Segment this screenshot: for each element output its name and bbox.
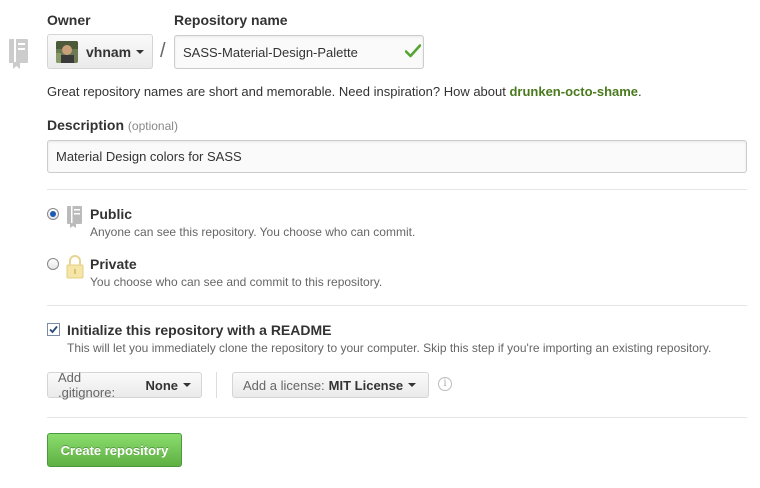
chevron-down-icon [183, 383, 191, 387]
license-select[interactable]: Add a license: MIT License [232, 372, 429, 398]
create-repository-button[interactable]: Create repository [47, 433, 182, 467]
repo-name-label: Repository name [174, 12, 288, 28]
public-repo-icon [67, 206, 82, 228]
repo-name-hint: Great repository names are short and mem… [47, 84, 642, 99]
hint-text: Great repository names are short and mem… [47, 84, 510, 99]
owner-select[interactable]: vhnam [47, 34, 153, 69]
lock-icon [66, 255, 84, 279]
divider [47, 417, 747, 418]
license-prefix: Add a license: [243, 377, 325, 393]
owner-repo-separator: / [160, 40, 166, 62]
readme-description: This will let you immediately clone the … [67, 341, 712, 355]
vertical-divider [216, 372, 217, 398]
repo-name-input[interactable] [174, 35, 424, 69]
info-icon[interactable]: i [438, 377, 452, 391]
divider [47, 189, 747, 190]
chevron-down-icon [136, 49, 145, 54]
check-icon [405, 44, 421, 58]
description-label-text: Description [47, 117, 125, 133]
readme-title: Initialize this repository with a README [67, 322, 332, 338]
owner-label: Owner [47, 12, 91, 28]
hint-end: . [638, 84, 642, 99]
license-value: MIT License [328, 377, 404, 393]
avatar [56, 40, 78, 63]
description-label: Description (optional) [47, 117, 178, 133]
chevron-down-icon [408, 383, 417, 387]
public-title: Public [90, 206, 133, 222]
public-radio[interactable] [47, 208, 59, 220]
suggestion-link[interactable]: drunken-octo-shame [509, 84, 638, 99]
private-description: You choose who can see and commit to thi… [90, 275, 383, 289]
private-title: Private [90, 256, 137, 272]
optional-note: (optional) [127, 119, 178, 133]
gitignore-select[interactable]: Add .gitignore: None [47, 370, 202, 400]
divider [47, 305, 747, 306]
readme-checkbox[interactable] [47, 323, 60, 336]
public-description: Anyone can see this repository. You choo… [90, 225, 416, 239]
gitignore-value: None [145, 377, 179, 393]
gitignore-prefix: Add .gitignore: [58, 370, 116, 400]
repo-book-icon [9, 39, 28, 69]
description-input[interactable] [47, 140, 747, 173]
owner-name: vhnam [86, 43, 132, 60]
checkmark-icon [49, 325, 58, 334]
private-radio[interactable] [47, 258, 59, 270]
